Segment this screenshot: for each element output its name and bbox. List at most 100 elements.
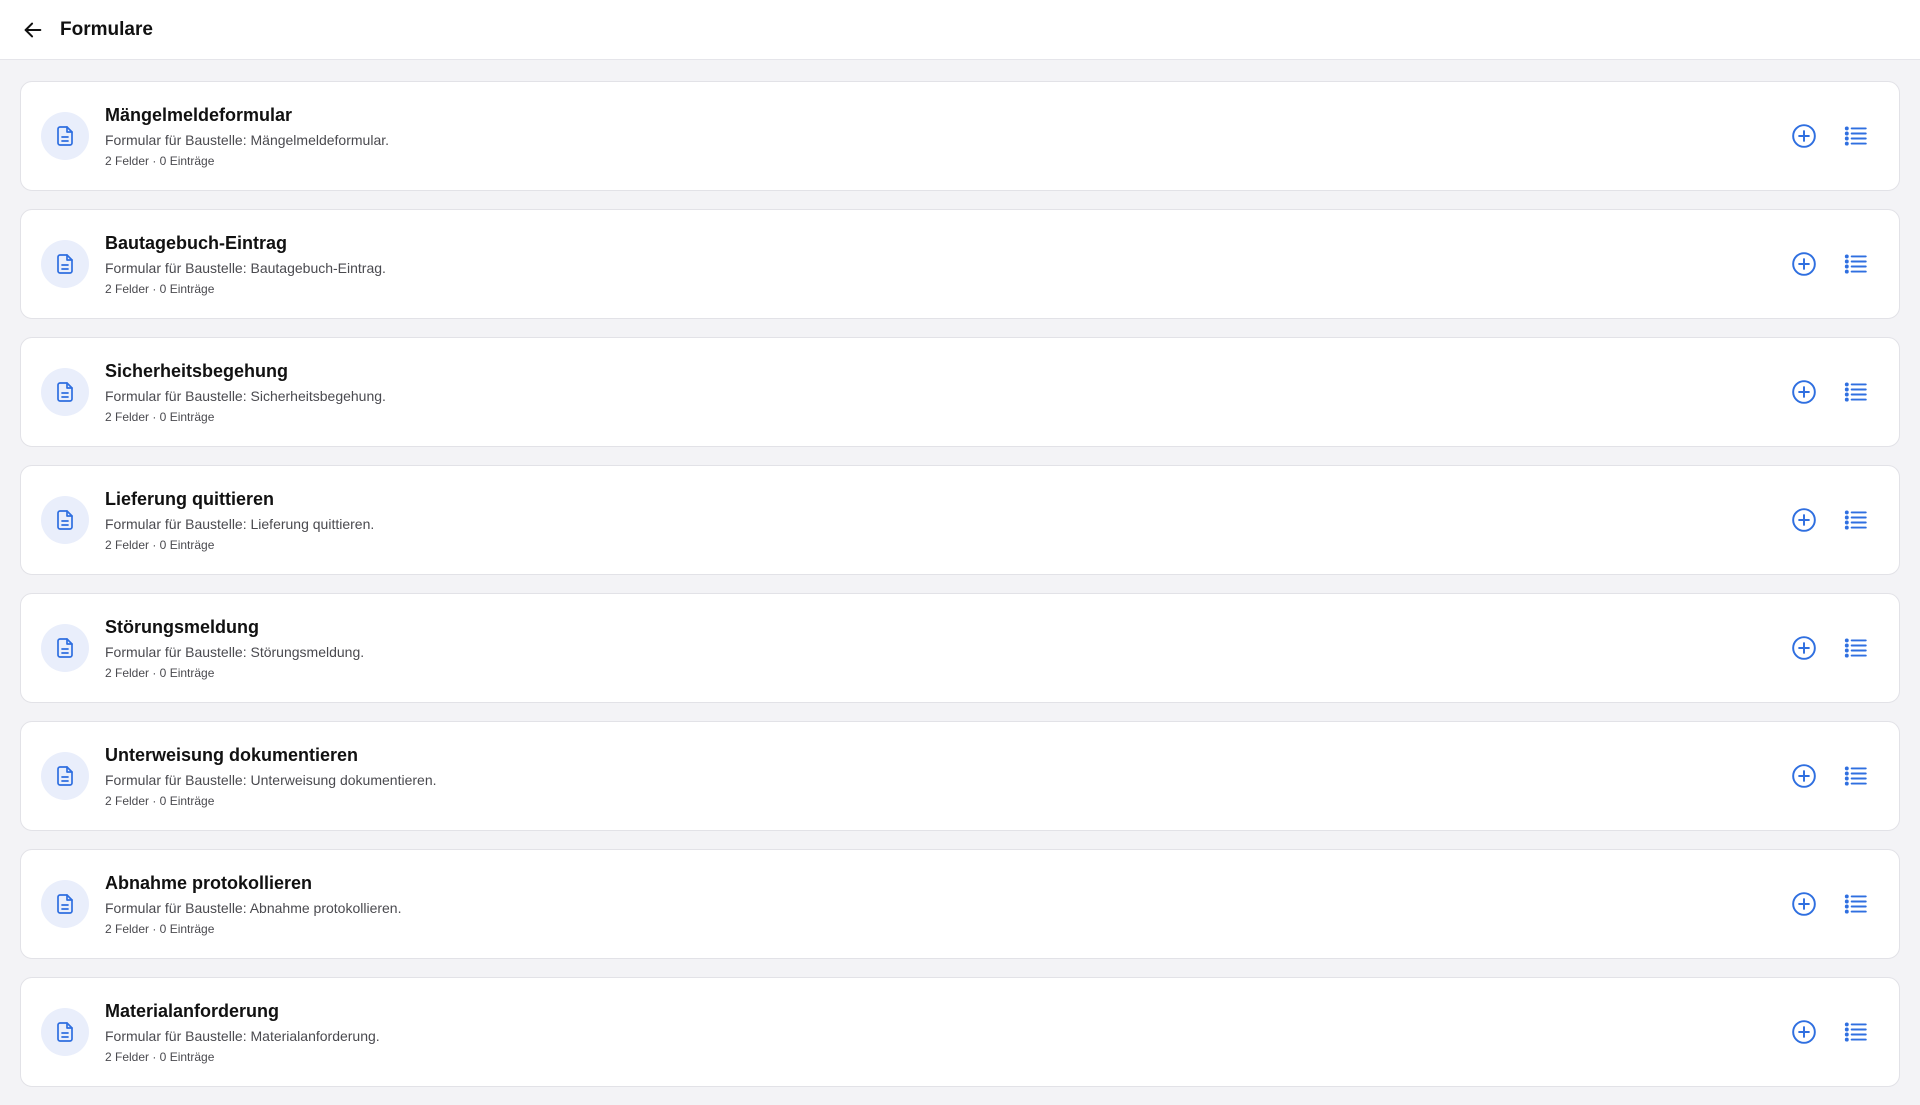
- add-entry-button[interactable]: [1787, 1015, 1821, 1049]
- form-card[interactable]: Mängelmeldeformular Formular für Baustel…: [20, 81, 1900, 191]
- document-icon: [57, 126, 73, 146]
- form-actions: [1787, 466, 1873, 574]
- form-text: Mängelmeldeformular Formular für Baustel…: [105, 104, 389, 169]
- plus-circle-icon: [1792, 508, 1816, 532]
- add-entry-button[interactable]: [1787, 119, 1821, 153]
- list-icon: [1844, 1022, 1867, 1042]
- document-icon: [57, 254, 73, 274]
- list-entries-button[interactable]: [1839, 503, 1873, 537]
- form-title: Bautagebuch-Eintrag: [105, 232, 288, 253]
- list-entries-button[interactable]: [1839, 119, 1873, 153]
- add-entry-button[interactable]: [1787, 503, 1821, 537]
- form-description: Formular für Baustelle: Lieferung quitti…: [105, 515, 375, 532]
- form-text: Abnahme protokollieren Formular für Baus…: [105, 872, 401, 937]
- form-text: Materialanforderung Formular für Baustel…: [105, 1000, 380, 1065]
- form-actions: [1787, 978, 1873, 1086]
- form-actions: [1787, 722, 1873, 830]
- list-entries-button[interactable]: [1839, 375, 1873, 409]
- list-icon: [1844, 126, 1867, 146]
- plus-circle-icon: [1792, 380, 1816, 404]
- form-icon-badge: [41, 496, 89, 544]
- form-description: Formular für Baustelle: Bautagebuch-Eint…: [105, 259, 386, 276]
- form-text: Störungsmeldung Formular für Baustelle: …: [105, 616, 364, 681]
- form-title: Abnahme protokollieren: [105, 872, 313, 893]
- list-entries-button[interactable]: [1839, 887, 1873, 921]
- add-entry-button[interactable]: [1787, 247, 1821, 281]
- list-entries-button[interactable]: [1839, 759, 1873, 793]
- plus-circle-icon: [1792, 1020, 1816, 1044]
- form-title: Störungsmeldung: [105, 616, 259, 637]
- list-icon: [1844, 766, 1867, 786]
- form-title: Lieferung quittieren: [105, 488, 275, 509]
- back-button[interactable]: [18, 15, 48, 45]
- arrow-left-icon: [24, 22, 42, 37]
- form-title: Materialanforderung: [105, 1000, 280, 1021]
- page-title: Formulare: [60, 18, 153, 40]
- form-actions: [1787, 210, 1873, 318]
- form-title: Mängelmeldeformular: [105, 104, 293, 125]
- add-entry-button[interactable]: [1787, 631, 1821, 665]
- form-meta: 2 Felder · 0 Einträge: [105, 793, 215, 808]
- list-entries-button[interactable]: [1839, 1015, 1873, 1049]
- document-icon: [57, 382, 73, 402]
- list-icon: [1844, 894, 1867, 914]
- form-text: Sicherheitsbegehung Formular für Baustel…: [105, 360, 386, 425]
- list-icon: [1844, 510, 1867, 530]
- plus-circle-icon: [1792, 892, 1816, 916]
- form-actions: [1787, 338, 1873, 446]
- form-actions: [1787, 82, 1873, 190]
- plus-circle-icon: [1792, 252, 1816, 276]
- form-description: Formular für Baustelle: Sicherheitsbegeh…: [105, 387, 386, 404]
- form-card[interactable]: Unterweisung dokumentieren Formular für …: [20, 721, 1900, 831]
- top-bar: Formulare: [0, 0, 1920, 60]
- form-icon-badge: [41, 112, 89, 160]
- list-entries-button[interactable]: [1839, 247, 1873, 281]
- form-meta: 2 Felder · 0 Einträge: [105, 281, 215, 296]
- list-icon: [1844, 382, 1867, 402]
- form-icon-badge: [41, 752, 89, 800]
- form-text: Lieferung quittieren Formular für Bauste…: [105, 488, 374, 553]
- form-meta: 2 Felder · 0 Einträge: [105, 921, 215, 936]
- plus-circle-icon: [1792, 764, 1816, 788]
- form-description: Formular für Baustelle: Materialanforder…: [105, 1027, 380, 1044]
- form-actions: [1787, 594, 1873, 702]
- form-description: Formular für Baustelle: Mängelmeldeformu…: [105, 131, 390, 148]
- form-title: Sicherheitsbegehung: [105, 360, 289, 381]
- document-icon: [57, 510, 73, 530]
- form-actions: [1787, 850, 1873, 958]
- form-card[interactable]: Materialanforderung Formular für Baustel…: [20, 977, 1900, 1087]
- form-card[interactable]: Sicherheitsbegehung Formular für Baustel…: [20, 337, 1900, 447]
- add-entry-button[interactable]: [1787, 887, 1821, 921]
- form-meta: 2 Felder · 0 Einträge: [105, 409, 215, 424]
- form-description: Formular für Baustelle: Abnahme protokol…: [105, 899, 402, 916]
- form-card[interactable]: Abnahme protokollieren Formular für Baus…: [20, 849, 1900, 959]
- form-description: Formular für Baustelle: Unterweisung dok…: [105, 771, 437, 788]
- form-text: Bautagebuch-Eintrag Formular für Baustel…: [105, 232, 386, 297]
- form-icon-badge: [41, 880, 89, 928]
- add-entry-button[interactable]: [1787, 759, 1821, 793]
- form-icon-badge: [41, 368, 89, 416]
- form-meta: 2 Felder · 0 Einträge: [105, 1049, 215, 1064]
- document-icon: [57, 766, 73, 786]
- add-entry-button[interactable]: [1787, 375, 1821, 409]
- form-meta: 2 Felder · 0 Einträge: [105, 665, 215, 680]
- form-icon-badge: [41, 240, 89, 288]
- document-icon: [57, 1022, 73, 1042]
- form-title: Unterweisung dokumentieren: [105, 744, 359, 765]
- form-card[interactable]: Bautagebuch-Eintrag Formular für Baustel…: [20, 209, 1900, 319]
- form-card[interactable]: Störungsmeldung Formular für Baustelle: …: [20, 593, 1900, 703]
- document-icon: [57, 638, 73, 658]
- form-icon-badge: [41, 624, 89, 672]
- form-icon-badge: [41, 1008, 89, 1056]
- form-list: Mängelmeldeformular Formular für Baustel…: [20, 81, 1900, 1105]
- plus-circle-icon: [1792, 636, 1816, 660]
- form-meta: 2 Felder · 0 Einträge: [105, 153, 215, 168]
- form-text: Unterweisung dokumentieren Formular für …: [105, 744, 437, 809]
- plus-circle-icon: [1792, 124, 1816, 148]
- form-card[interactable]: Lieferung quittieren Formular für Bauste…: [20, 465, 1900, 575]
- document-icon: [57, 894, 73, 914]
- list-entries-button[interactable]: [1839, 631, 1873, 665]
- list-icon: [1844, 254, 1867, 274]
- form-meta: 2 Felder · 0 Einträge: [105, 537, 215, 552]
- form-description: Formular für Baustelle: Störungsmeldung.: [105, 643, 365, 660]
